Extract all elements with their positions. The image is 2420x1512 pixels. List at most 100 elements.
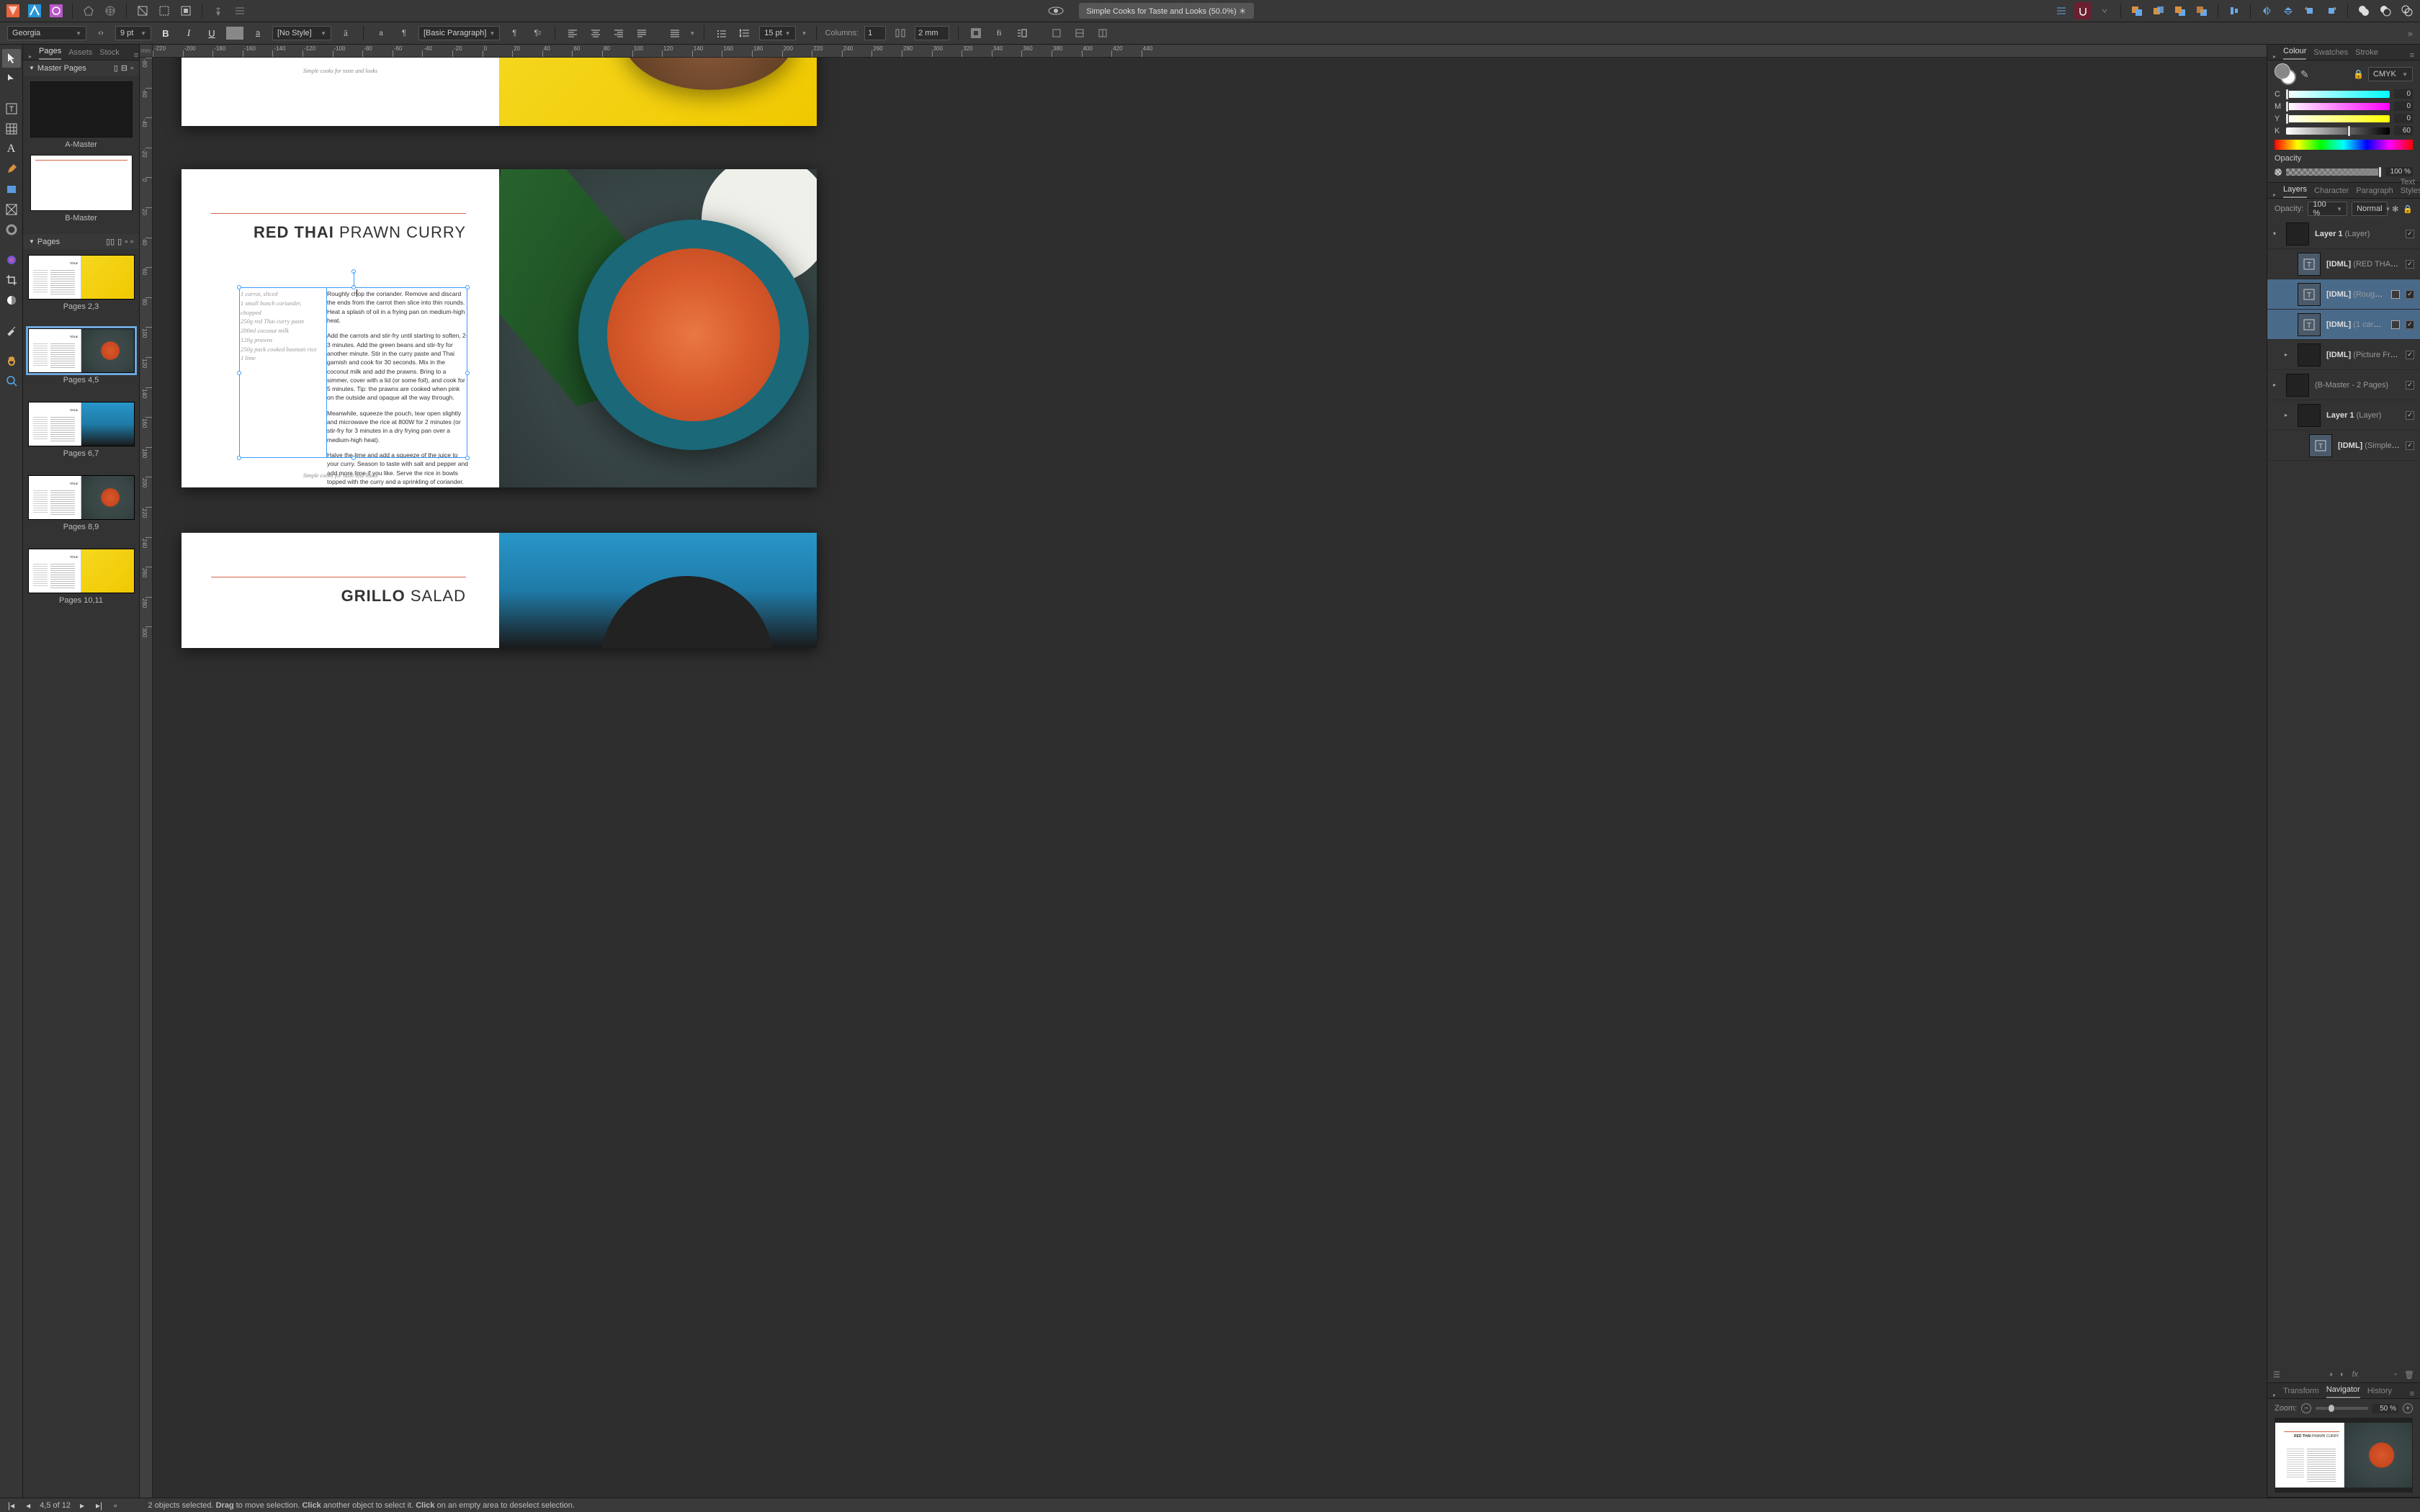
slider-c[interactable] xyxy=(2286,91,2390,98)
tab-character[interactable]: Character xyxy=(2314,184,2349,198)
spectrum-picker[interactable] xyxy=(2275,140,2413,150)
spread-2-3[interactable]: Simple cooks for taste and looks xyxy=(182,58,817,126)
master-a-thumb[interactable] xyxy=(30,81,133,138)
flip-v-icon[interactable] xyxy=(2280,2,2297,19)
pan-tool-icon[interactable] xyxy=(2,351,21,370)
align-left-icon[interactable] xyxy=(564,24,581,42)
default-view-icon[interactable] xyxy=(134,2,151,19)
tab-pages[interactable]: Pages xyxy=(39,44,61,60)
slider-k[interactable] xyxy=(2286,127,2390,135)
fill-tool-icon[interactable] xyxy=(2,251,21,269)
bullet-list-icon[interactable] xyxy=(713,24,730,42)
align-justify-all-icon[interactable] xyxy=(666,24,684,42)
master-single-icon[interactable]: ▯ xyxy=(114,63,118,73)
tab-colour[interactable]: Colour xyxy=(2283,44,2306,60)
leading-dropdown[interactable]: 15 pt▼ xyxy=(759,26,795,40)
tab-navigator[interactable]: Navigator xyxy=(2326,1382,2360,1398)
layer-mask-icon[interactable]: ◑ xyxy=(2328,1370,2333,1379)
pin-icon[interactable] xyxy=(210,2,227,19)
pilcrow2-icon[interactable]: ¶2 xyxy=(529,24,546,42)
blend-mode-dropdown[interactable]: Normal▼ xyxy=(2352,202,2388,216)
eyedropper-small-icon[interactable]: ✎ xyxy=(2300,68,2309,81)
tab-swatches[interactable]: Swatches xyxy=(2313,45,2348,60)
master-b-thumb[interactable] xyxy=(30,155,133,211)
layer-row[interactable]: ▸[IDML] (Picture Frame)✓ xyxy=(2267,340,2420,370)
align-right-icon[interactable] xyxy=(610,24,627,42)
align-baseline-icon[interactable] xyxy=(2053,2,2070,19)
bool-intersect-icon[interactable] xyxy=(2398,2,2416,19)
preflight-icon[interactable] xyxy=(1047,2,1065,19)
zoom-slider[interactable] xyxy=(2316,1407,2368,1410)
context-overflow-icon[interactable]: » xyxy=(2408,28,2413,39)
ring-tool-icon[interactable] xyxy=(2,220,21,239)
layer-row[interactable]: ▸ (B-Master - 2 Pages)✓ xyxy=(2267,370,2420,400)
layer-stack-icon[interactable]: ☰ xyxy=(2273,1370,2280,1380)
tab-textstyles[interactable]: Text Styles xyxy=(2401,175,2420,198)
align-panel-icon[interactable] xyxy=(2226,2,2243,19)
zoom-out-icon[interactable]: − xyxy=(2301,1403,2311,1413)
preview-mode-icon[interactable] xyxy=(177,2,194,19)
slider-y[interactable] xyxy=(2286,115,2390,122)
baseline-icon[interactable] xyxy=(231,2,248,19)
colour-menu-icon[interactable]: ≡ xyxy=(2410,51,2414,60)
font-family-dropdown[interactable]: Georgia▼ xyxy=(7,26,86,40)
bool-subtract-icon[interactable] xyxy=(2377,2,2394,19)
underline-button[interactable]: U xyxy=(203,24,220,42)
typography-icon[interactable]: ä xyxy=(337,24,354,42)
rotate-cw-icon[interactable] xyxy=(2323,2,2340,19)
rectangle-tool-icon[interactable] xyxy=(2,180,21,199)
fill-swatch[interactable] xyxy=(226,27,243,40)
node-tool-icon[interactable] xyxy=(2,69,21,88)
crop-tool-icon[interactable] xyxy=(2,271,21,289)
italic-button[interactable]: I xyxy=(180,24,197,42)
panel-menu-icon[interactable]: ≡ xyxy=(134,51,138,60)
master-detail-icon[interactable]: ⊟ xyxy=(121,63,127,73)
font-stepper-icon[interactable]: ‹› xyxy=(92,24,109,42)
spread-thumb[interactable]: TITLE xyxy=(28,255,135,300)
textframe-icon[interactable] xyxy=(967,24,985,42)
leading-icon[interactable] xyxy=(736,24,753,42)
pages-facing-icon[interactable]: ▯▯ xyxy=(106,237,115,246)
zoom-tool-icon[interactable] xyxy=(2,372,21,390)
move-front-icon[interactable] xyxy=(2193,2,2210,19)
pages-thumb-icon[interactable]: ▫ xyxy=(130,238,133,246)
tab-paragraph[interactable]: Paragraph xyxy=(2356,184,2393,198)
nav-zoom-value[interactable]: 50 % xyxy=(2372,1404,2398,1413)
last-page-button[interactable]: ▸| xyxy=(94,1500,104,1511)
misc1-icon[interactable] xyxy=(1048,24,1065,42)
layer-row[interactable]: T[IDML] (RED THAI PRAWN C✓ xyxy=(2267,249,2420,279)
ruler-unit[interactable]: mm xyxy=(140,45,153,58)
tab-assets[interactable]: Assets xyxy=(68,45,92,60)
ruler-vertical[interactable]: -80-60-40-200204060801001201401601802002… xyxy=(140,58,153,1498)
table-tool-icon[interactable] xyxy=(2,120,21,138)
spread-thumb[interactable]: TITLE xyxy=(28,402,135,446)
prev-page-button[interactable]: ◂ xyxy=(24,1500,32,1511)
shape-tool-icon[interactable] xyxy=(80,2,97,19)
persona-designer-icon[interactable] xyxy=(26,2,43,19)
pilcrow-icon[interactable]: ¶ xyxy=(506,24,523,42)
tab-layers[interactable]: Layers xyxy=(2283,182,2307,198)
picture-frame-tool-icon[interactable] xyxy=(2,200,21,219)
spread-6-7[interactable]: GRILLO SALAD xyxy=(182,533,817,648)
layer-delete-icon[interactable]: 🗑 xyxy=(2404,1370,2414,1380)
persona-photo-icon[interactable] xyxy=(48,2,65,19)
lock-icon[interactable]: 🔒 xyxy=(2353,69,2364,79)
snap-settings-icon[interactable] xyxy=(2096,2,2113,19)
columns-input[interactable] xyxy=(864,26,886,40)
ligature-icon[interactable]: fi xyxy=(990,24,1008,42)
pages-header[interactable]: ▼Pages ▯▯ ▯ ▫ ▫ xyxy=(23,234,139,249)
persona-publisher-icon[interactable] xyxy=(4,2,22,19)
layer-row[interactable]: T[IDML] (Simple cooks for✓ xyxy=(2267,431,2420,461)
gutter-input[interactable] xyxy=(915,26,949,40)
canvas-area[interactable]: mm -220-200-180-160-140-120-100-80-60-40… xyxy=(140,45,2267,1498)
layer-row[interactable]: T[IDML] (1 carrot, sliced ¶1 s✓ xyxy=(2267,310,2420,340)
tab-stroke[interactable]: Stroke xyxy=(2355,45,2378,60)
text-small-icon[interactable]: a xyxy=(372,24,390,42)
artistic-text-tool-icon[interactable]: A xyxy=(2,140,21,158)
font-size-dropdown[interactable]: 9 pt▼ xyxy=(115,26,151,40)
opacity-slider[interactable] xyxy=(2286,168,2381,176)
eyedropper-tool-icon[interactable] xyxy=(2,321,21,340)
bold-button[interactable]: B xyxy=(157,24,174,42)
tab-stock[interactable]: Stock xyxy=(99,45,120,60)
snapping-icon[interactable] xyxy=(2074,2,2092,19)
